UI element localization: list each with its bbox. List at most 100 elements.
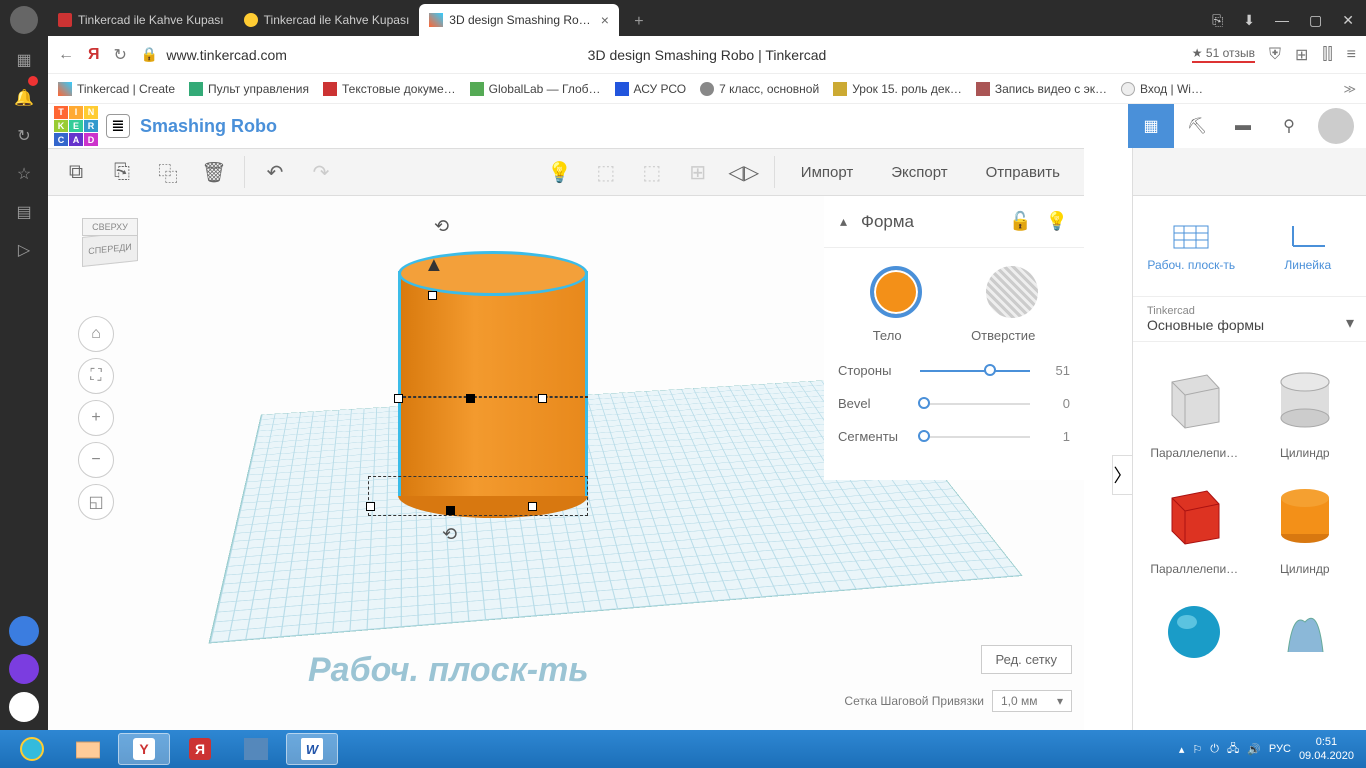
ie-icon[interactable] [6, 733, 58, 765]
download-icon[interactable]: ⬇ [1243, 12, 1255, 29]
word-icon[interactable]: W [286, 733, 338, 765]
tab-3-active[interactable]: 3D design Smashing Ro… × [419, 4, 619, 36]
bookmark-item[interactable]: Урок 15. роль дек… [833, 82, 962, 96]
prop-value[interactable]: 0 [1040, 396, 1070, 411]
home-view-icon[interactable]: ⌂ [78, 316, 114, 352]
tray-up-icon[interactable]: ▴ [1179, 743, 1185, 756]
translate-icon[interactable]: ⊞ [1295, 45, 1308, 65]
prop-value[interactable]: 1 [1040, 429, 1070, 444]
unlock-icon[interactable]: 🔓 [1009, 211, 1031, 232]
slider[interactable] [920, 403, 1030, 405]
delete-icon[interactable]: 🗑 [194, 153, 234, 191]
shape-cylinder-solid[interactable]: Цилиндр [1254, 468, 1357, 576]
selected-cylinder[interactable] [398, 251, 588, 511]
blocks-view-icon[interactable]: ▦ [1128, 104, 1174, 148]
bell-icon[interactable]: 🔔 [12, 86, 36, 110]
yandex-icon[interactable]: Y [118, 733, 170, 765]
shape-box-hole[interactable]: Параллелепи… [1143, 352, 1246, 460]
resize-handle[interactable] [538, 394, 547, 403]
profile-avatar[interactable] [10, 6, 38, 34]
bulb-icon[interactable]: 💡 [540, 153, 580, 191]
home-y-icon[interactable]: Я [88, 46, 100, 64]
design-list-icon[interactable]: ≣ [106, 114, 130, 138]
ortho-view-icon[interactable]: ◱ [78, 484, 114, 520]
import-button[interactable]: Импорт [785, 164, 869, 181]
bookmarks-overflow[interactable]: ≫ [1343, 82, 1356, 96]
network-icon[interactable]: 🖧 [1227, 740, 1239, 759]
apps-icon[interactable]: ▦ [12, 48, 36, 72]
shape-other[interactable] [1254, 584, 1357, 674]
workplane-tool[interactable]: Рабоч. плоск-ть [1133, 196, 1250, 296]
clipboard-icon[interactable]: ▤ [12, 200, 36, 224]
lego-view-icon[interactable]: ▬ [1220, 104, 1266, 148]
history-icon[interactable]: ↻ [12, 124, 36, 148]
flag-icon[interactable]: ⚐ [1192, 743, 1202, 756]
close-icon[interactable]: × [601, 12, 609, 28]
play-icon[interactable]: ▷ [12, 238, 36, 262]
send-button[interactable]: Отправить [970, 164, 1076, 181]
extension-icon[interactable]: ⎘ [1212, 12, 1223, 29]
assistant-white-icon[interactable] [9, 692, 39, 722]
bookmark-item[interactable]: Текстовые докуме… [323, 82, 456, 96]
slider[interactable] [920, 436, 1030, 438]
reload-icon[interactable]: ↻ [114, 45, 127, 65]
mirror-icon[interactable]: ◁▷ [724, 153, 764, 191]
snap-select[interactable]: 1,0 мм▾ [992, 690, 1072, 712]
bulb-icon[interactable]: 💡 [1046, 211, 1068, 232]
bookmark-item[interactable]: АСУ РСО [615, 82, 687, 96]
tinkercad-logo[interactable]: TIN KER CAD [54, 106, 98, 146]
rotate-handle-top[interactable]: ⟲ [434, 216, 449, 237]
back-icon[interactable]: ← [58, 46, 74, 64]
slider[interactable] [920, 370, 1030, 372]
resize-handle[interactable] [466, 394, 475, 403]
category-selector[interactable]: Tinkercad Основные формы ▾ [1133, 296, 1366, 342]
minimize-icon[interactable]: — [1275, 12, 1289, 28]
invite-icon[interactable]: ⚲ [1266, 104, 1312, 148]
height-handle[interactable]: ▲ [424, 254, 444, 277]
align-icon[interactable]: ⊞ [678, 153, 718, 191]
reviews-badge[interactable]: ★ 51 отзыв [1192, 46, 1255, 63]
resize-handle[interactable] [394, 394, 403, 403]
assistant-blue-icon[interactable] [9, 616, 39, 646]
close-window-icon[interactable]: ✕ [1342, 12, 1354, 29]
fit-view-icon[interactable]: ⛶ [78, 358, 114, 394]
hole-option[interactable] [986, 266, 1038, 318]
duplicate-icon[interactable]: ⿻ [148, 153, 188, 191]
volume-icon[interactable]: 🔊 [1247, 743, 1261, 756]
collapse-icon[interactable]: ▴ [840, 213, 847, 230]
paste-icon[interactable]: ⎘ [102, 153, 142, 191]
bookmark-item[interactable]: Запись видео с эк… [976, 82, 1107, 96]
rotate-handle-bottom[interactable]: ⟲ [442, 524, 457, 545]
shield-icon[interactable]: ⛨ [1269, 46, 1281, 64]
shape-sphere[interactable] [1143, 584, 1246, 674]
zoom-in-icon[interactable]: + [78, 400, 114, 436]
app-icon[interactable] [230, 733, 282, 765]
resize-handle[interactable] [428, 291, 437, 300]
shape-cylinder-hole[interactable]: Цилиндр [1254, 352, 1357, 460]
prop-value[interactable]: 51 [1040, 363, 1070, 378]
assistant-purple-icon[interactable] [9, 654, 39, 684]
copy-icon[interactable]: ⧉ [56, 153, 96, 191]
menu-icon[interactable]: ≡ [1347, 46, 1356, 64]
user-avatar[interactable] [1318, 108, 1354, 144]
expand-library-icon[interactable]: 〉 [1112, 455, 1132, 495]
maximize-icon[interactable]: ▢ [1309, 12, 1322, 29]
lang-indicator[interactable]: РУС [1269, 743, 1291, 755]
clock[interactable]: 0:51 09.04.2020 [1299, 735, 1354, 764]
yandex-red-icon[interactable]: Я [174, 733, 226, 765]
new-tab-button[interactable]: + [625, 8, 653, 36]
group-icon[interactable]: ⬚ [586, 153, 626, 191]
resize-handle[interactable] [528, 502, 537, 511]
reader-icon[interactable]: ⫿⫿ [1322, 46, 1332, 64]
undo-icon[interactable]: ↶ [255, 153, 295, 191]
export-button[interactable]: Экспорт [875, 164, 963, 181]
tab-1[interactable]: Tinkercad ile Kahve Kupası [48, 4, 234, 36]
resize-handle[interactable] [446, 506, 455, 515]
zoom-out-icon[interactable]: − [78, 442, 114, 478]
edit-grid-button[interactable]: Ред. сетку [981, 645, 1072, 674]
ruler-tool[interactable]: Линейка [1250, 196, 1366, 296]
bricks-view-icon[interactable]: ⛏ [1174, 104, 1220, 148]
tab-2[interactable]: Tinkercad ile Kahve Kupası [234, 4, 420, 36]
ungroup-icon[interactable]: ⬚ [632, 153, 672, 191]
view-cube[interactable]: СПЕРЕДИ СВЕРХУ [76, 216, 146, 286]
